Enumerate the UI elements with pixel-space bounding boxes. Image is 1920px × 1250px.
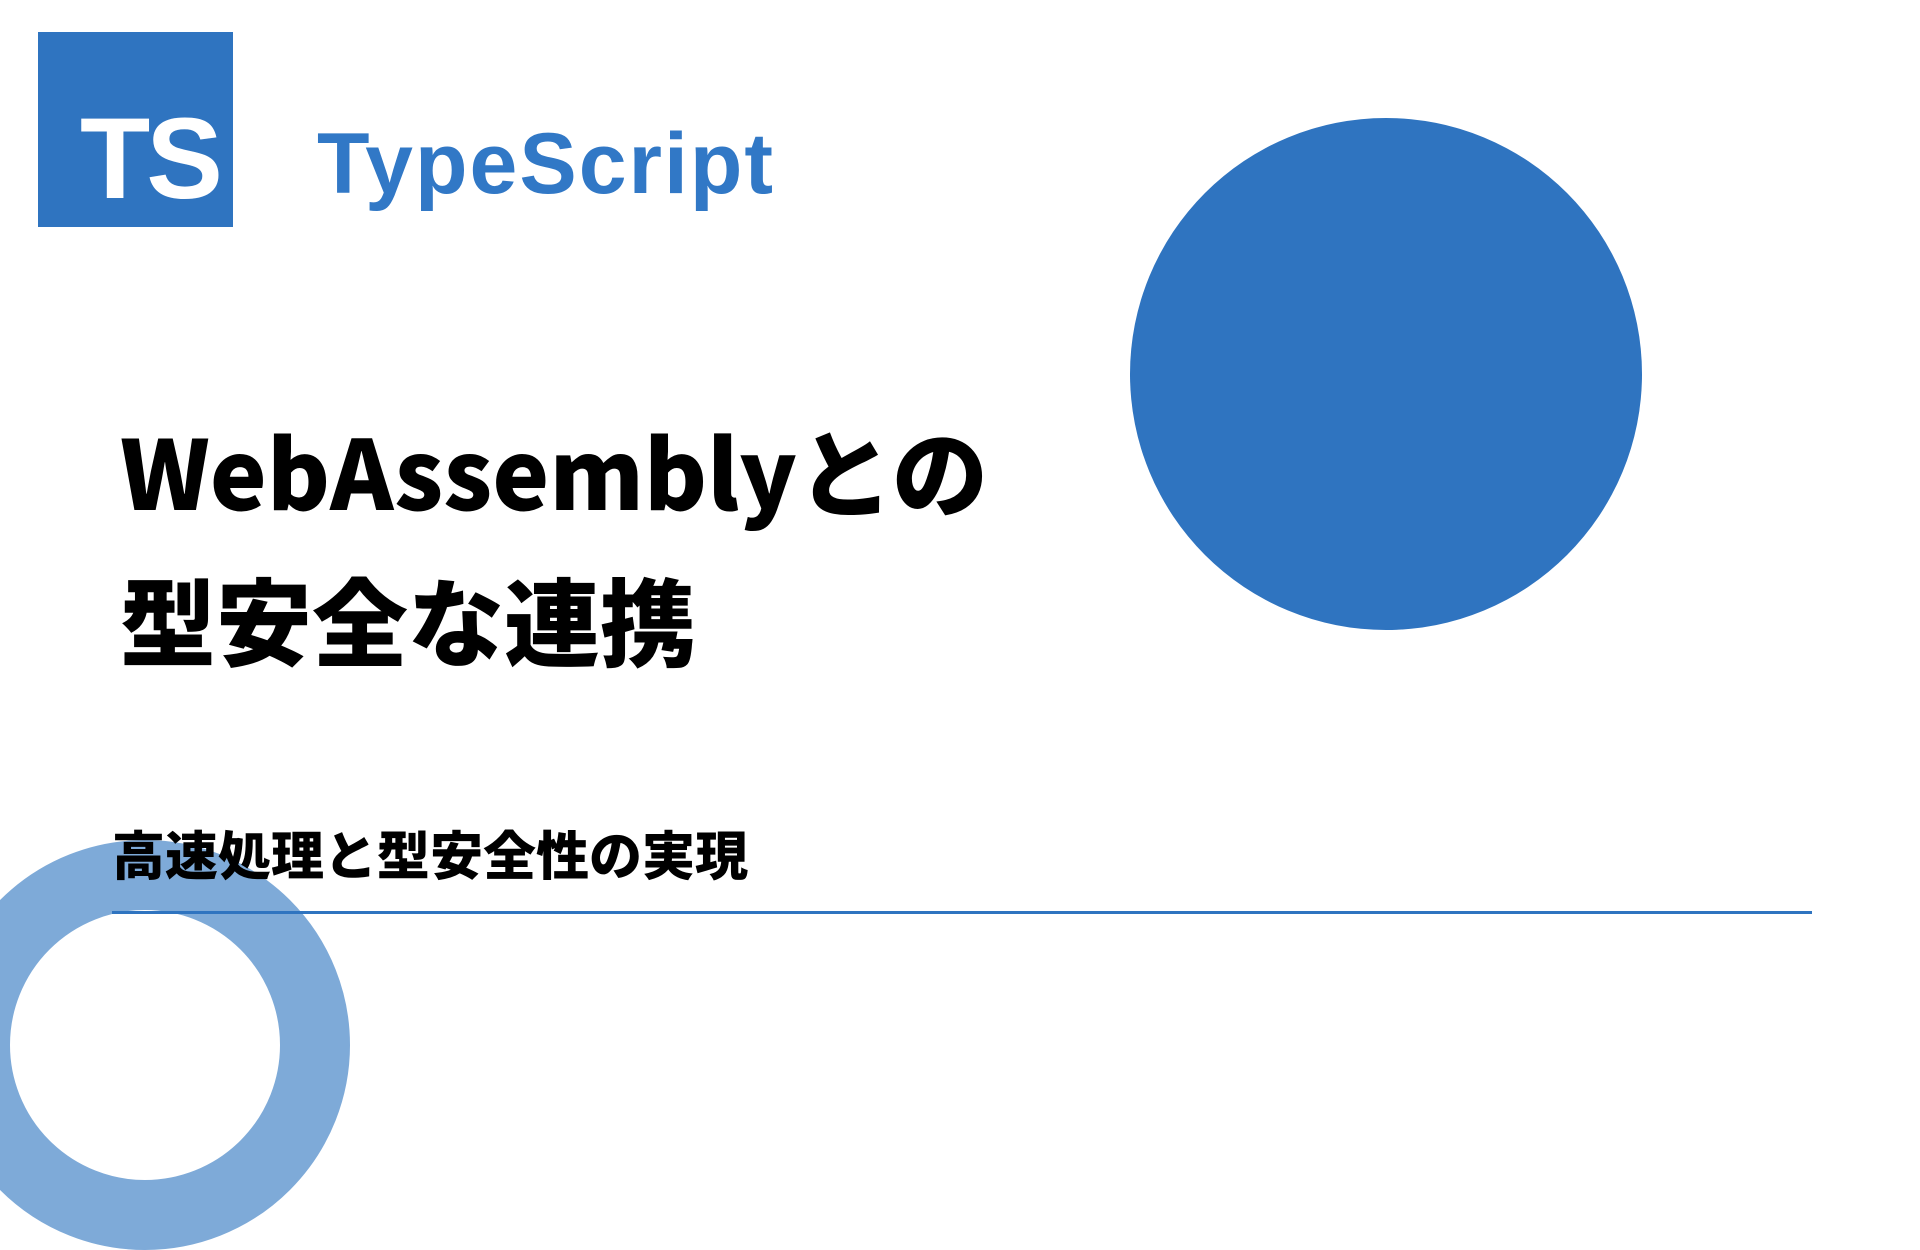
subtitle-section: 高速処理と型安全性の実現 xyxy=(112,815,1812,914)
logo-text: TS xyxy=(80,102,219,217)
typescript-logo: TS xyxy=(38,32,233,227)
subtitle-underline xyxy=(112,911,1812,914)
decorative-circle-large xyxy=(1130,118,1642,630)
brand-name: TypeScript xyxy=(317,115,775,214)
slide-subtitle: 高速処理と型安全性の実現 xyxy=(112,815,1812,911)
slide-title: WebAssemblyとの 型安全な連携 xyxy=(120,395,988,693)
title-line-1: WebAssemblyとの xyxy=(120,395,988,544)
title-line-2: 型安全な連携 xyxy=(120,544,988,693)
